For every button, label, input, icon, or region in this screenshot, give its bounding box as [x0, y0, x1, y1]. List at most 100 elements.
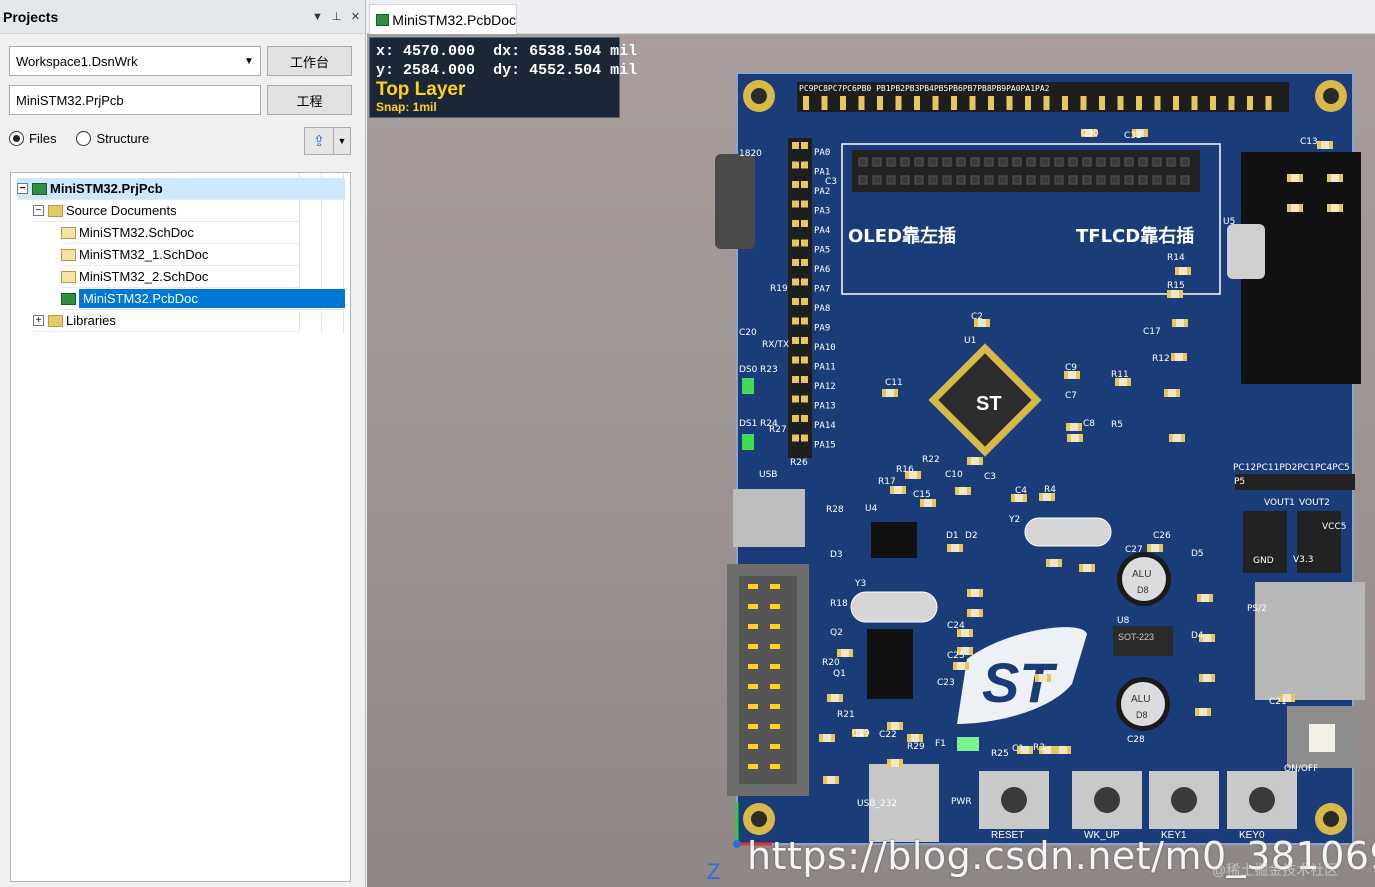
header-pin — [801, 356, 808, 364]
project-field[interactable]: MiniSTM32.PrjPcb — [9, 85, 261, 115]
tree-item-pcb-document[interactable]: MiniSTM32.PcbDoc — [61, 288, 345, 310]
header-pin — [801, 317, 808, 325]
jtag-pin — [748, 584, 758, 589]
header-pin — [1180, 175, 1190, 185]
smd-part — [1175, 267, 1191, 275]
header-pin — [1054, 157, 1064, 167]
smd-part — [1327, 204, 1343, 212]
header-pin — [998, 175, 1008, 185]
smd-part — [1055, 746, 1071, 754]
ref-designator: Y2 — [1008, 515, 1020, 525]
ref-designator: C24 — [947, 621, 965, 631]
ref-designator: C30 — [1081, 129, 1099, 139]
smd-part — [819, 734, 835, 742]
header-pin — [801, 161, 808, 169]
ref-designator: R14 — [1167, 253, 1185, 263]
power-switch-knob — [1309, 724, 1335, 752]
smd-part — [837, 649, 853, 657]
ref-designator: C19 — [852, 729, 870, 739]
smd-part — [1287, 204, 1303, 212]
pin-icon[interactable]: ⊥ — [327, 10, 346, 23]
ref-designator: C27 — [1125, 545, 1143, 555]
ir-receiver — [715, 154, 755, 249]
header-pin — [900, 157, 910, 167]
tree-item-document[interactable]: MiniSTM32_1.SchDoc — [61, 244, 299, 266]
workspace-row: Workspace1.DsnWrk ▼ 工作台 — [9, 46, 352, 76]
close-icon[interactable]: ✕ — [346, 10, 365, 23]
header-pin — [858, 96, 865, 110]
header-pin — [801, 220, 808, 227]
coordinate-hud: x: 4570.000 dx: 6538.504 mil y: 2584.000… — [369, 37, 637, 118]
pin-label: PA3 — [814, 207, 830, 217]
header-pin — [1138, 175, 1148, 185]
workspace-select[interactable]: Workspace1.DsnWrk ▼ — [9, 46, 261, 76]
capacitor-c28-label: ALU — [1131, 694, 1150, 705]
tab-pcb-document[interactable]: MiniSTM32.PcbDoc — [369, 4, 517, 34]
ref-designator: USB_232 — [857, 799, 897, 809]
expand-icon[interactable]: + — [33, 315, 44, 326]
chevron-down-icon[interactable]: ▼ — [238, 56, 260, 67]
ref-designator: C13 — [1300, 137, 1318, 147]
header-pin — [1080, 96, 1087, 110]
header-pin — [1099, 96, 1105, 110]
header-pin — [914, 96, 920, 110]
tree-item-document[interactable]: MiniSTM32.SchDoc — [61, 222, 299, 244]
header-pin — [872, 175, 882, 185]
files-radio-indicator[interactable] — [9, 131, 24, 146]
hud-dy-value: 4552.504 mil — [529, 62, 638, 79]
project-button[interactable]: 工程 — [267, 85, 352, 115]
tree-item-project[interactable]: − MiniSTM32.PrjPcb — [17, 178, 345, 200]
header-pin — [998, 157, 1008, 167]
jtag-pin — [770, 644, 780, 649]
collapse-icon[interactable]: − — [17, 183, 28, 194]
header-pin — [1040, 175, 1050, 185]
hud-y-label: y: — [376, 62, 395, 79]
tab-pcb-document-label: MiniSTM32.PcbDoc — [392, 11, 516, 28]
ref-designator: R4 — [1044, 485, 1056, 495]
header-pin — [1006, 96, 1013, 110]
structure-radio-indicator[interactable] — [76, 131, 92, 146]
smd-part — [887, 759, 903, 767]
pcb-3d-view[interactable]: PC9PC8PC7PC6PB0 PB1PB2PB3PB4PB5PB6PB7PB8… — [367, 34, 1375, 887]
smd-part — [1066, 423, 1082, 431]
jtag-pin — [748, 624, 758, 629]
ref-designator: D3 — [830, 550, 843, 560]
pin-label: PA13 — [814, 402, 836, 412]
smd-part — [1147, 544, 1163, 552]
open-project-icon[interactable]: ⇪ — [305, 132, 333, 150]
project-options-button[interactable]: ⇪ ▼ — [304, 127, 351, 155]
smd-part — [967, 609, 983, 617]
ps2-connector — [1255, 582, 1365, 700]
chevron-down-icon[interactable]: ▼ — [334, 136, 350, 146]
files-radio[interactable]: Files — [9, 131, 56, 146]
view-mode-row: Files Structure — [9, 131, 169, 146]
collapse-icon[interactable]: − — [33, 205, 44, 216]
tree-item-source-documents[interactable]: − Source Documents — [33, 200, 299, 222]
ref-designator: C15 — [913, 490, 931, 500]
panel-menu-icon[interactable]: ▼ — [308, 11, 327, 23]
ref-designator: R12 — [1152, 354, 1170, 364]
header-pin — [1173, 96, 1179, 110]
project-tree: − MiniSTM32.PrjPcb − Source Documents Mi… — [10, 172, 351, 882]
header-pin — [1228, 96, 1235, 110]
workspace-button[interactable]: 工作台 — [267, 46, 352, 76]
ref-designator: Q2 — [830, 628, 843, 638]
panel-title: Projects — [3, 8, 59, 25]
pcb-board-render[interactable]: PC9PC8PC7PC6PB0 PB1PB2PB3PB4PB5PB6PB7PB8… — [367, 34, 1375, 887]
usb-connector — [733, 489, 805, 547]
jtag-pin — [748, 664, 758, 669]
structure-radio-label: Structure — [96, 131, 150, 146]
smd-part — [907, 734, 923, 742]
tree-item-libraries[interactable]: + Libraries — [33, 310, 299, 332]
capacitor-c28-sub: D8 — [1136, 710, 1148, 720]
lcd-header — [852, 150, 1200, 192]
header-pin — [801, 434, 808, 442]
header-pin — [1152, 175, 1162, 185]
tree-item-document[interactable]: MiniSTM32_2.SchDoc — [61, 266, 299, 288]
smd-part — [1169, 434, 1185, 442]
ref-designator: P5 — [1234, 477, 1245, 487]
header-pin — [1110, 175, 1120, 185]
header-pin — [914, 175, 924, 185]
structure-radio[interactable]: Structure — [76, 131, 149, 146]
header-pin — [900, 175, 910, 185]
